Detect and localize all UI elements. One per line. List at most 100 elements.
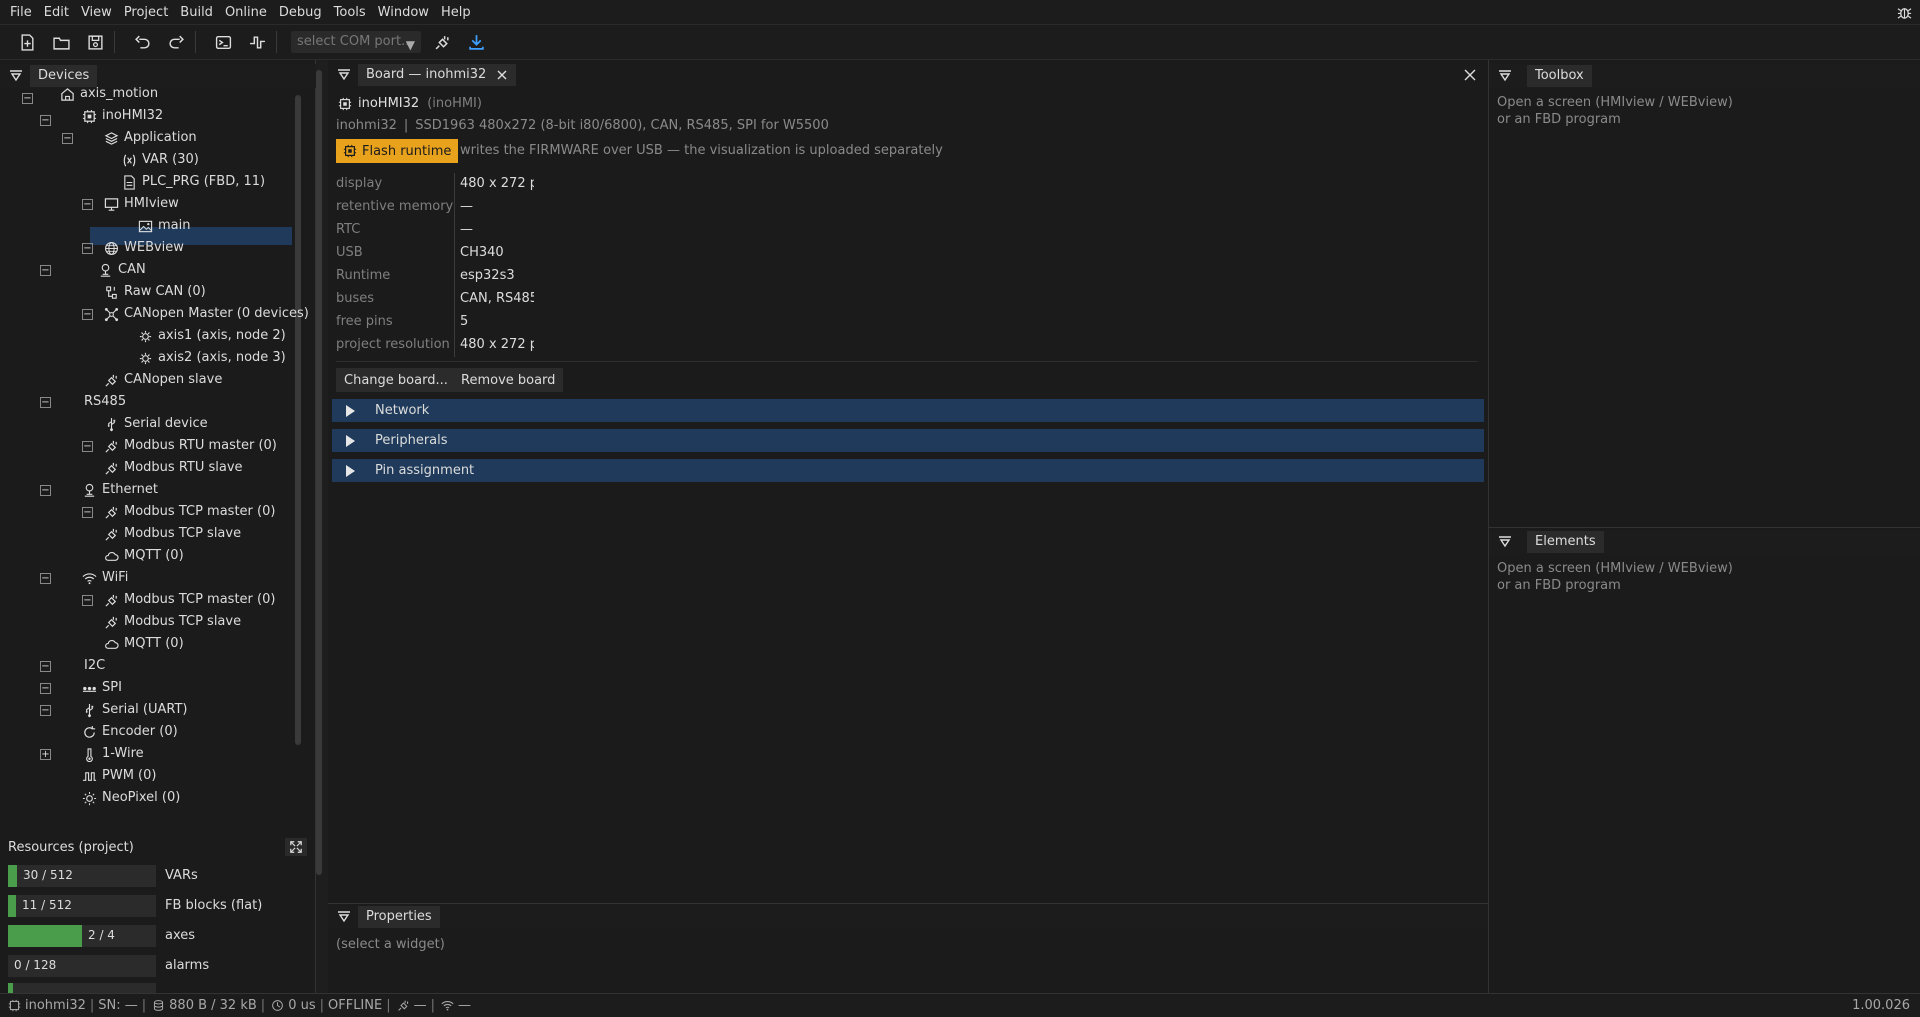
collapse-toggle-icon[interactable]: −: [82, 441, 93, 452]
collapse-toggle-icon[interactable]: −: [82, 595, 93, 606]
collapse-toggle-icon[interactable]: −: [40, 265, 51, 276]
connect-plug-icon[interactable]: [429, 29, 455, 55]
close-tab-icon[interactable]: [496, 69, 508, 81]
tree-item[interactable]: inoHMI32: [82, 105, 163, 127]
signal-icon[interactable]: [244, 29, 270, 55]
com-port-select[interactable]: select COM port.. ▼: [291, 31, 421, 53]
expand-icon[interactable]: [285, 838, 307, 856]
menu-debug[interactable]: Debug: [273, 0, 328, 25]
tree-item[interactable]: I2C: [84, 655, 105, 677]
tree-item[interactable]: axis1 (axis, node 2): [138, 325, 286, 347]
tree-item[interactable]: PWM (0): [82, 765, 156, 787]
terminal-icon[interactable]: [210, 29, 236, 55]
menu-project[interactable]: Project: [118, 0, 174, 25]
tree-item[interactable]: Serial (UART): [82, 699, 188, 721]
panel-menu-icon[interactable]: [336, 67, 352, 83]
tree-item[interactable]: Ethernet: [82, 479, 158, 501]
flash-runtime-button[interactable]: Flash runtime: [336, 139, 459, 163]
section-pin-assignment[interactable]: Pin assignment: [332, 459, 1484, 482]
tree-item[interactable]: Encoder (0): [82, 721, 178, 743]
tree-item-label: MQTT (0): [124, 548, 184, 563]
redo-icon[interactable]: [163, 29, 189, 55]
panel-menu-icon[interactable]: [1497, 68, 1513, 84]
tree-item[interactable]: NeoPixel (0): [82, 787, 180, 809]
collapse-toggle-icon[interactable]: −: [40, 661, 51, 672]
tree-item[interactable]: Modbus TCP master (0): [104, 501, 275, 523]
menu-file[interactable]: File: [4, 0, 38, 25]
collapse-toggle-icon[interactable]: −: [40, 705, 51, 716]
tree-item[interactable]: CANopen slave: [104, 369, 222, 391]
tab-toolbox[interactable]: Toolbox: [1527, 65, 1592, 87]
tree-item[interactable]: HMIview: [104, 193, 179, 215]
save-icon[interactable]: [82, 29, 108, 55]
download-icon[interactable]: [463, 29, 489, 55]
tree-item[interactable]: axis2 (axis, node 3): [138, 347, 286, 369]
devices-scrollbar[interactable]: [295, 95, 301, 745]
section-network[interactable]: Network: [332, 399, 1484, 422]
collapse-toggle-icon[interactable]: −: [22, 93, 33, 104]
board-header: Board — inohmi32: [328, 60, 1488, 90]
tree-item[interactable]: SPI: [82, 677, 122, 699]
open-folder-icon[interactable]: [48, 29, 74, 55]
tree-item-label: Modbus TCP slave: [124, 614, 242, 629]
undo-icon[interactable]: [129, 29, 155, 55]
flash-note: writes the FIRMWARE over USB — the visua…: [460, 143, 943, 158]
menu-build[interactable]: Build: [174, 0, 219, 25]
tree-item[interactable]: Modbus RTU slave: [104, 457, 243, 479]
tree-item[interactable]: Modbus TCP slave: [104, 611, 241, 633]
tree-item[interactable]: axis_motion: [60, 83, 158, 105]
menu-view[interactable]: View: [75, 0, 118, 25]
tree-item[interactable]: RS485: [84, 391, 126, 413]
tree-item[interactable]: PLC_PRG (FBD, 11): [122, 171, 265, 193]
collapse-toggle-icon[interactable]: −: [82, 199, 93, 210]
menu-window[interactable]: Window: [372, 0, 435, 25]
collapse-toggle-icon[interactable]: −: [62, 133, 73, 144]
tree-item[interactable]: Modbus TCP slave: [104, 523, 241, 545]
collapse-toggle-icon[interactable]: −: [40, 683, 51, 694]
resource-value: 2 / 4: [88, 928, 115, 942]
tab-elements[interactable]: Elements: [1527, 531, 1604, 553]
tab-properties[interactable]: Properties: [358, 906, 440, 928]
new-file-icon[interactable]: [14, 29, 40, 55]
left-dock-scrollbar[interactable]: [316, 70, 322, 875]
collapse-toggle-icon[interactable]: −: [82, 309, 93, 320]
tree-item[interactable]: Modbus RTU master (0): [104, 435, 277, 457]
menu-online[interactable]: Online: [219, 0, 273, 25]
change-board-button[interactable]: Change board...: [336, 368, 456, 392]
tree-item[interactable]: Raw CAN (0): [104, 281, 206, 303]
bug-icon[interactable]: [1897, 5, 1912, 20]
tree-item[interactable]: main: [138, 215, 190, 237]
raw-icon: [104, 285, 119, 300]
pipe-separator: |: [319, 998, 324, 1013]
collapse-toggle-icon[interactable]: −: [82, 507, 93, 518]
elements-hint-2: or an FBD program: [1497, 578, 1621, 593]
tree-item[interactable]: Application: [104, 127, 197, 149]
collapse-toggle-icon[interactable]: −: [40, 485, 51, 496]
tree-item[interactable]: MQTT (0): [104, 633, 184, 655]
tree-item[interactable]: Modbus TCP master (0): [104, 589, 275, 611]
panel-menu-icon[interactable]: [1497, 534, 1513, 550]
tree-item[interactable]: MQTT (0): [104, 545, 184, 567]
tree-item[interactable]: 1-Wire: [82, 743, 144, 765]
collapse-toggle-icon[interactable]: −: [40, 115, 51, 126]
tree-item[interactable]: Serial device: [104, 413, 208, 435]
tree-item-label: WiFi: [102, 570, 129, 585]
tree-item[interactable]: CANopen Master (0 devices): [104, 303, 309, 325]
menu-tools[interactable]: Tools: [328, 0, 372, 25]
collapse-toggle-icon[interactable]: −: [82, 243, 93, 254]
collapse-toggle-icon[interactable]: −: [40, 573, 51, 584]
tab-board[interactable]: Board — inohmi32: [358, 64, 517, 86]
close-panel-icon[interactable]: [1464, 69, 1476, 81]
menu-edit[interactable]: Edit: [38, 0, 75, 25]
tree-item[interactable]: WEBview: [104, 237, 184, 259]
remove-board-button[interactable]: Remove board: [453, 368, 564, 392]
tree-item[interactable]: WiFi: [82, 567, 128, 589]
tree-item[interactable]: VAR (30): [122, 149, 199, 171]
panel-menu-icon[interactable]: [336, 909, 352, 925]
panel-menu-icon[interactable]: [8, 68, 24, 84]
collapse-toggle-icon[interactable]: −: [40, 397, 51, 408]
menu-help[interactable]: Help: [435, 0, 477, 25]
section-peripherals[interactable]: Peripherals: [332, 429, 1484, 452]
expand-toggle-icon[interactable]: +: [40, 749, 51, 760]
tree-item[interactable]: CAN: [98, 259, 146, 281]
